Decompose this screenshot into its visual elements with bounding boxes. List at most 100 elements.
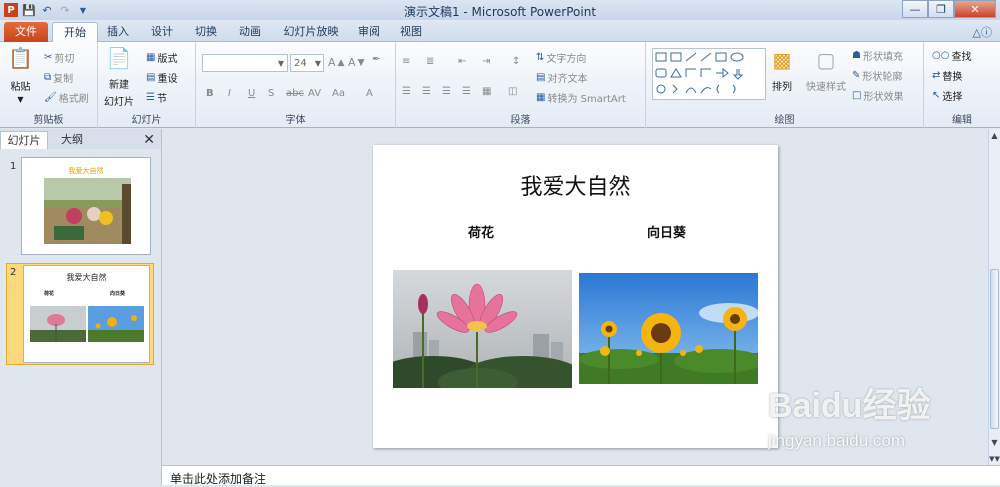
italic-button[interactable]: I [228,88,231,99]
save-icon[interactable]: 💾 [22,3,36,17]
slide-title[interactable]: 我爱大自然 [373,169,778,201]
editing-group-label: 编辑 [952,115,972,126]
new-slide-button[interactable]: 📄 新建 幻灯片 [104,46,134,108]
font-name-combo[interactable]: ▼ [202,54,288,72]
arrange-icon: ▩ [772,48,792,72]
scroll-thumb[interactable] [990,269,999,429]
notes-pane[interactable]: 单击此处添加备注 [162,465,1000,486]
slide-thumbnail-2[interactable]: 我爱大自然 荷花 向日葵 [23,265,150,363]
tab-review[interactable]: 审阅 [352,22,386,42]
columns-icon[interactable]: ◫ [508,86,517,97]
ribbon-tabs: 文件 开始 插入 设计 切换 动画 幻灯片放映 审阅 视图 △ⓘ [0,20,1000,43]
align-text-button[interactable]: ▤ 对齐文本 [536,70,587,85]
thumbnail-number: 2 [10,267,17,278]
close-panel-icon[interactable]: ✕ [143,131,155,149]
distribute-icon[interactable]: ▦ [482,86,491,97]
text-direction-icon: ⇅ [536,52,545,63]
scroll-down-icon[interactable]: ▼ [989,438,1000,447]
slide-label-sunflower[interactable]: 向日葵 [647,222,686,241]
tab-insert[interactable]: 插入 [100,22,136,42]
format-painter-button[interactable]: 🖌 格式刷 [44,90,89,105]
change-case-button[interactable]: Aa [332,88,345,99]
tab-animations[interactable]: 动画 [232,22,268,42]
tab-slideshow[interactable]: 幻灯片放映 [276,22,346,42]
tab-transitions[interactable]: 切换 [188,22,224,42]
thumbnail-photo-lotus [30,306,86,342]
bullets-icon[interactable]: ≡ [402,56,410,67]
char-spacing-button[interactable]: AV [308,88,321,99]
next-slide-icon[interactable]: ▼▼ [989,455,1000,463]
customize-qat-icon[interactable]: ▼ [76,3,90,17]
slide[interactable]: 我爱大自然 荷花 向日葵 [373,145,778,448]
tab-view[interactable]: 视图 [394,22,428,42]
window-title: 演示文稿1 - Microsoft PowerPoint [403,5,597,19]
align-center-icon[interactable]: ☰ [422,86,431,97]
decrease-indent-icon[interactable]: ⇤ [458,56,466,67]
grow-font-button[interactable]: A ▲ [328,56,345,69]
numbering-icon[interactable]: ≣ [426,56,434,67]
paste-button[interactable]: 📋 粘贴 ▼ [8,46,33,104]
replace-icon: ⇄ [932,70,941,81]
tab-file[interactable]: 文件 [4,22,48,42]
undo-icon[interactable]: ↶ [40,3,54,17]
section-button[interactable]: ☰ 节 [146,90,167,105]
underline-button[interactable]: U [248,88,255,99]
powerpoint-app-icon[interactable]: P [4,3,18,17]
section-icon: ☰ [146,92,155,103]
scroll-up-icon[interactable]: ▲ [989,131,1000,140]
line-spacing-icon[interactable]: ↕ [512,56,520,67]
shape-fill-button[interactable]: ☗ 形状填充 [852,48,903,63]
cut-button[interactable]: ✂ 剪切 [44,50,74,65]
align-text-icon: ▤ [536,72,546,83]
new-slide-icon: 📄 [106,46,132,70]
quick-styles-icon: ▢ [816,48,836,72]
arrange-button[interactable]: ▩ 排列 [772,48,792,93]
lotus-image[interactable] [393,270,572,388]
tab-outline-panel[interactable]: 大纲 [48,131,96,149]
copy-button[interactable]: ⧉ 复制 [44,70,73,85]
help-icon[interactable]: △ⓘ [973,24,992,40]
text-direction-button[interactable]: ⇅ 文字方向 [536,50,586,65]
tab-home[interactable]: 开始 [52,22,98,43]
strikethrough-button[interactable]: abc [286,88,304,99]
align-right-icon[interactable]: ☰ [442,86,451,97]
slide-thumbnail-1[interactable]: 我爱大自然 [21,157,151,255]
select-button[interactable]: ↖ 选择 [932,88,962,103]
brush-icon: 🖌 [44,92,57,103]
shape-outline-button[interactable]: ✎ 形状轮廓 [852,68,902,83]
redo-icon[interactable]: ↷ [58,3,72,17]
font-color-button[interactable]: A [366,88,373,99]
find-button[interactable]: ○○ 查找 [932,48,971,63]
bold-button[interactable]: B [206,88,214,99]
slide-label-lotus[interactable]: 荷花 [468,222,494,241]
shadow-button[interactable]: S [268,88,274,99]
tab-slides-panel[interactable]: 幻灯片 [0,131,48,149]
chevron-down-icon: ▼ [314,58,321,68]
shapes-gallery[interactable] [652,48,766,100]
minimize-button[interactable]: — [902,0,928,18]
quick-access-toolbar: P 💾 ↶ ↷ ▼ [0,3,90,17]
drawing-group-label: 绘图 [774,115,795,126]
replace-button[interactable]: ⇄ 替换 [932,68,962,83]
paragraph-group: ≡ ≣ ⇤ ⇥ ↕ ⇅ 文字方向 ▤ 对齐文本 ▦ 转换为 SmartArt ☰ ☰ … [396,42,646,128]
smartart-button[interactable]: ▦ 转换为 SmartArt [536,90,626,105]
font-group: ▼ 24 ▼ A ▲ A ▼ ✒ B I U S abc AV Aa A 字体 [196,42,396,128]
slides-panel: 幻灯片 大纲 ✕ 1 我爱大自然 2 我爱大自然 荷花 向日葵 [0,129,162,485]
shape-effects-button[interactable]: □ 形状效果 [852,88,903,103]
justify-icon[interactable]: ☰ [462,86,471,97]
clipboard-group-label: 剪贴板 [33,115,64,126]
align-left-icon[interactable]: ☰ [402,86,411,97]
shrink-font-button[interactable]: A ▼ [348,56,365,69]
quick-styles-button[interactable]: ▢ 快速样式 [806,48,846,93]
clear-formatting-icon[interactable]: ✒ [372,54,380,65]
reset-button[interactable]: ▤ 重设 [146,70,177,85]
increase-indent-icon[interactable]: ⇥ [482,56,490,67]
sunflower-image[interactable] [579,273,758,384]
thumbnail-number: 1 [10,161,17,172]
font-size-combo[interactable]: 24 ▼ [290,54,324,72]
restore-button[interactable]: ❐ [928,0,954,18]
tab-design[interactable]: 设计 [144,22,180,42]
layout-button[interactable]: ▦ 版式 [146,50,177,65]
vertical-scrollbar[interactable]: ▲ ▼ ▼▼ [988,129,1000,465]
close-window-button[interactable]: ✕ [954,0,996,18]
